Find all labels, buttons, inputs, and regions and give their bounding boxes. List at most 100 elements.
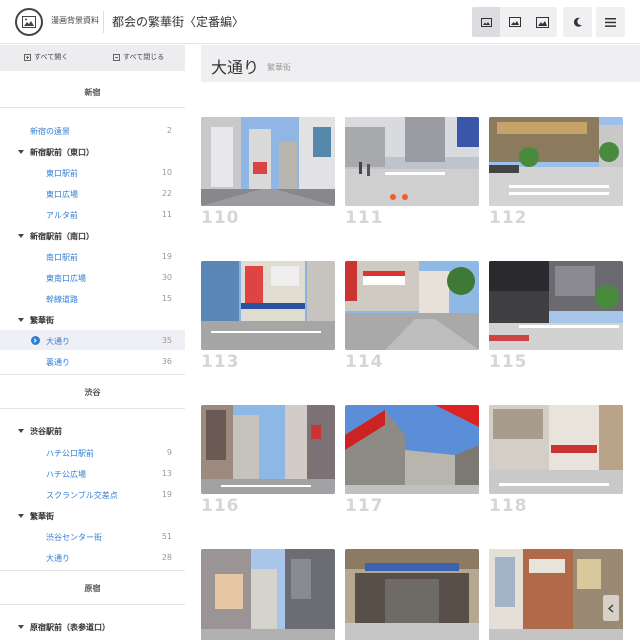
caret-down-icon <box>18 150 24 154</box>
section-heading-shinjuku: 新宿 <box>84 88 101 97</box>
sidebar-group-label: 繁華街 <box>30 512 54 521</box>
sidebar-item-backstreet[interactable]: 裏通り 36 <box>0 351 185 371</box>
sidebar-item-east-station[interactable]: 東口駅前 10 <box>0 162 185 182</box>
expand-collapse-bar: すべて開く すべて閉じる <box>0 45 185 71</box>
item-count: 30 <box>161 273 172 282</box>
category-title-bar: 大通り 繁華街 <box>201 45 640 82</box>
photo-number: 110 <box>201 208 240 228</box>
dark-mode-button[interactable] <box>563 7 592 37</box>
sidebar-item-label: 大通り <box>46 554 70 563</box>
page-heading: 都会の繁華街〈定番編〉 <box>112 15 245 29</box>
collapse-all-button[interactable]: すべて閉じる <box>113 52 164 62</box>
site-logo[interactable] <box>15 8 43 36</box>
sidebar-group-harajuku-station[interactable]: 原宿駅前（表参道口） <box>0 616 185 636</box>
caret-down-icon <box>18 625 24 629</box>
photo-thumbnail[interactable] <box>345 117 479 206</box>
image-small-icon <box>481 17 492 27</box>
item-count: 36 <box>161 357 172 366</box>
photo-number: 113 <box>201 352 240 372</box>
sidebar-group-shinjuku-east[interactable]: 新宿駅前（東口） <box>0 141 185 161</box>
sidebar-item-main-road[interactable]: 幹線道路 15 <box>0 288 185 308</box>
caret-down-icon <box>18 429 24 433</box>
photo-thumbnail[interactable] <box>201 549 335 640</box>
chevron-left-icon <box>608 604 614 612</box>
sidebar-item-label: 南口駅前 <box>46 253 78 262</box>
photo-thumbnail[interactable] <box>489 549 623 640</box>
item-count: 28 <box>161 553 172 562</box>
category-title: 大通り <box>211 58 260 77</box>
item-count: 35 <box>161 336 172 345</box>
sidebar-item-hachiko-plaza[interactable]: ハチ公広場 13 <box>0 463 185 483</box>
sidebar-item-hachiko-station[interactable]: ハチ公口駅前 9 <box>0 442 185 462</box>
menu-button[interactable] <box>596 7 625 37</box>
item-count: 51 <box>161 532 172 541</box>
carousel-next-button[interactable] <box>603 595 619 621</box>
sidebar-item-label: ハチ公広場 <box>46 470 86 479</box>
photo-thumbnail[interactable] <box>489 117 623 206</box>
sidebar-group-shibuya-station[interactable]: 渋谷駅前 <box>0 420 185 440</box>
thumb-small-button[interactable] <box>472 7 501 37</box>
sidebar-item-label: 東南口広場 <box>46 274 86 283</box>
photo-number: 116 <box>201 496 240 516</box>
photo-number: 111 <box>345 208 384 228</box>
sidebar-item-avenue-active[interactable]: 大通り 35 <box>0 330 185 350</box>
sidebar-item-label: 幹線道路 <box>46 295 78 304</box>
expand-all-button[interactable]: すべて開く <box>24 52 68 62</box>
photo-thumbnail[interactable] <box>345 261 479 350</box>
photo-number: 114 <box>345 352 384 372</box>
item-count: 19 <box>161 252 172 261</box>
item-count: 10 <box>161 168 172 177</box>
plus-square-icon <box>24 53 31 61</box>
section-divider <box>0 374 185 375</box>
sidebar-group-shinjuku-downtown[interactable]: 繁華街 <box>0 309 185 329</box>
sidebar-item-label: 裏通り <box>46 358 70 367</box>
thumb-medium-button[interactable] <box>500 7 529 37</box>
sidebar-item-east-plaza[interactable]: 東口広場 22 <box>0 183 185 203</box>
image-large-icon <box>536 16 549 28</box>
menu-icon <box>605 17 616 27</box>
top-header: 漫画背景資料 都会の繁華街〈定番編〉 <box>0 0 640 44</box>
minus-square-icon <box>113 53 120 61</box>
photo-thumbnail[interactable] <box>489 261 623 350</box>
category-parent: 繁華街 <box>267 63 291 72</box>
item-count: 9 <box>166 448 172 457</box>
sidebar-item-label: アルタ前 <box>46 211 78 220</box>
sidebar-item-alta[interactable]: アルタ前 11 <box>0 204 185 224</box>
item-count: 19 <box>161 490 172 499</box>
sidebar-item-shibuya-avenue[interactable]: 大通り 28 <box>0 547 185 567</box>
photo-thumbnail[interactable] <box>201 261 335 350</box>
sidebar-item-center-gai[interactable]: 渋谷センター街 51 <box>0 526 185 546</box>
caret-down-icon <box>18 318 24 322</box>
section-divider <box>0 604 185 605</box>
section-heading-shibuya: 渋谷 <box>84 388 101 397</box>
photo-thumbnail[interactable] <box>201 405 335 494</box>
chevron-right-circle-icon <box>31 336 40 345</box>
sidebar-group-shinjuku-south[interactable]: 新宿駅前（南口） <box>0 225 185 245</box>
item-count: 22 <box>161 189 172 198</box>
collapse-all-label: すべて閉じる <box>123 53 165 61</box>
item-count: 13 <box>161 469 172 478</box>
thumb-large-button[interactable] <box>528 7 557 37</box>
sidebar-item-label: スクランブル交差点 <box>46 491 118 500</box>
item-count: 15 <box>161 294 172 303</box>
sidebar-item-southeast-plaza[interactable]: 東南口広場 30 <box>0 267 185 287</box>
sidebar-item-south-station[interactable]: 南口駅前 19 <box>0 246 185 266</box>
caret-down-icon <box>18 514 24 518</box>
sidebar-group-label: 原宿駅前（表参道口） <box>30 623 110 632</box>
photo-thumbnail[interactable] <box>201 117 335 206</box>
sidebar-item-label: 大通り <box>46 337 70 346</box>
photo-thumbnail[interactable] <box>489 405 623 494</box>
section-divider <box>0 570 185 571</box>
sidebar-item-scramble[interactable]: スクランブル交差点 19 <box>0 484 185 504</box>
site-name[interactable]: 漫画背景資料 <box>51 15 99 26</box>
sidebar-item-label: 東口駅前 <box>46 169 78 178</box>
photo-thumbnail[interactable] <box>345 549 479 640</box>
photo-thumbnail[interactable] <box>345 405 479 494</box>
sidebar-item-shinjuku-view[interactable]: 新宿の遠景 2 <box>0 120 185 140</box>
sidebar-group-shibuya-downtown[interactable]: 繁華街 <box>0 505 185 525</box>
sidebar-group-label: 新宿駅前（東口） <box>30 148 94 157</box>
sidebar-group-label: 繁華街 <box>30 316 54 325</box>
item-count: 2 <box>166 126 172 135</box>
sidebar-group-label: 新宿駅前（南口） <box>30 232 94 241</box>
section-divider <box>0 408 185 409</box>
